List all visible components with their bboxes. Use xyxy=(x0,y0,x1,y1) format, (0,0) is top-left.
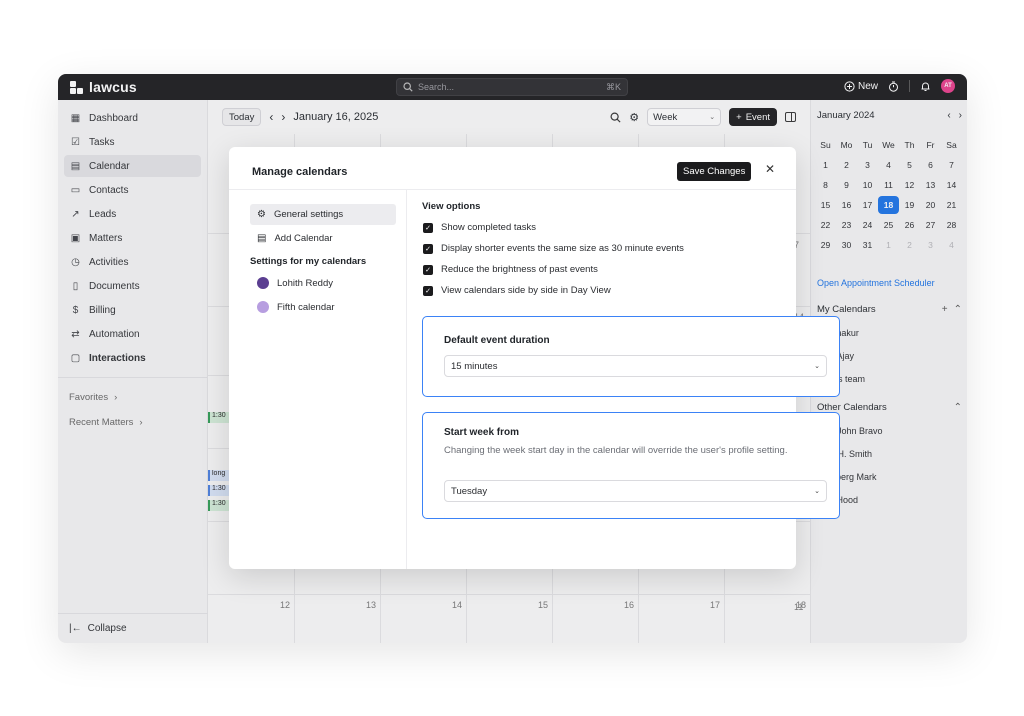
chevron-down-icon: ⌄ xyxy=(814,488,820,495)
default-duration-select[interactable]: 15 minutes ⌄ xyxy=(444,355,827,377)
view-option-row[interactable]: ✓ Display shorter events the same size as… xyxy=(423,243,684,254)
dialog-title: Manage calendars xyxy=(252,166,348,178)
calendar-plus-icon: ▤ xyxy=(257,233,267,244)
manage-calendars-dialog: Manage calendars Save Changes ✕ ⚙ Genera… xyxy=(229,147,840,569)
nav-add-calendar[interactable]: ▤ Add Calendar xyxy=(250,228,396,249)
close-icon[interactable]: ✕ xyxy=(765,162,775,176)
gear-icon: ⚙ xyxy=(257,209,266,220)
start-week-value: Tuesday xyxy=(451,485,488,497)
view-option-label: Reduce the brightness of past events xyxy=(441,264,598,275)
app-window: lawcus Search... ⌘K New AT ▦ Dashboard ☑ Ta… xyxy=(58,74,967,643)
checkbox-checked-icon[interactable]: ✓ xyxy=(423,243,433,254)
checkbox-checked-icon[interactable]: ✓ xyxy=(423,222,433,233)
nav-add-calendar-label: Add Calendar xyxy=(274,233,333,244)
view-option-row[interactable]: ✓ Reduce the brightness of past events xyxy=(423,264,598,275)
default-duration-value: 15 minutes xyxy=(451,360,498,372)
dialog-divider xyxy=(229,189,796,190)
nav-general-settings[interactable]: ⚙ General settings xyxy=(250,204,396,225)
view-option-label: Show completed tasks xyxy=(441,222,537,233)
calendar-color-dot xyxy=(257,301,269,313)
nav-general-settings-label: General settings xyxy=(273,209,344,220)
dialog-divider xyxy=(406,189,407,569)
start-week-description: Changing the week start day in the calen… xyxy=(444,445,788,456)
calendar-color-dot xyxy=(257,277,269,289)
calendar-name: Lohith Reddy xyxy=(277,277,333,289)
view-option-row[interactable]: ✓ View calendars side by side in Day View xyxy=(423,285,611,296)
calendar-entry[interactable]: Lohith Reddy xyxy=(257,277,333,289)
view-option-row[interactable]: ✓ Show completed tasks xyxy=(423,222,536,233)
default-duration-title: Default event duration xyxy=(444,335,550,346)
view-options-title: View options xyxy=(422,201,481,212)
default-duration-card: Default event duration 15 minutes ⌄ xyxy=(422,316,840,397)
calendar-entry[interactable]: Fifth calendar xyxy=(257,301,335,313)
start-week-select[interactable]: Tuesday ⌄ xyxy=(444,480,827,502)
start-week-title: Start week from xyxy=(444,427,520,438)
start-week-card: Start week from Changing the week start … xyxy=(422,412,840,519)
my-calendars-settings-heading: Settings for my calendars xyxy=(250,256,367,267)
chevron-down-icon: ⌄ xyxy=(814,363,820,370)
checkbox-checked-icon[interactable]: ✓ xyxy=(423,264,433,275)
view-option-label: Display shorter events the same size as … xyxy=(441,243,684,254)
save-changes-button[interactable]: Save Changes xyxy=(677,162,752,181)
view-option-label: View calendars side by side in Day View xyxy=(441,285,611,296)
calendar-name: Fifth calendar xyxy=(277,301,335,313)
checkbox-checked-icon[interactable]: ✓ xyxy=(423,285,433,296)
